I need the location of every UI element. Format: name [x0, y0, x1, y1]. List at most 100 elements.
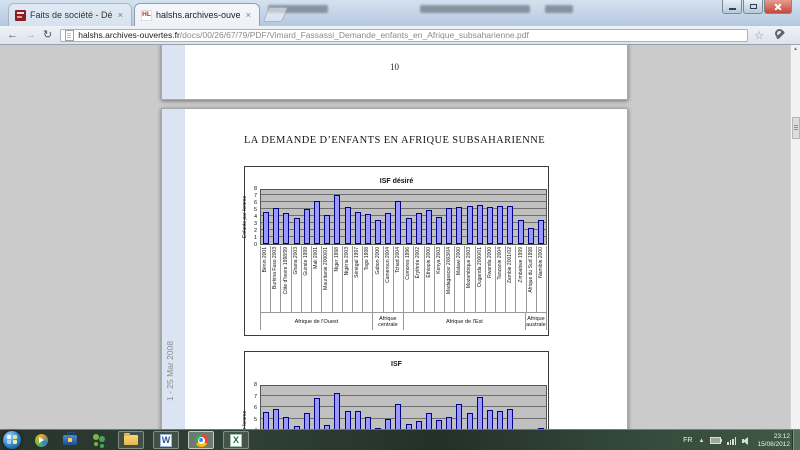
browser-window: Faits de société - Démogra × HL halshs.a… [0, 0, 800, 450]
chart-isf-desire: ISF désiré Enfants par femme 012345678 B… [242, 166, 549, 336]
clock-time: 23:12 [773, 432, 790, 440]
tab-faits-de-societe[interactable]: Faits de société - Démogra × [8, 3, 132, 26]
new-tab-button[interactable] [262, 7, 289, 22]
chrome-icon [194, 433, 208, 447]
language-indicator[interactable]: FR [683, 437, 692, 444]
settings-wrench-icon[interactable] [774, 29, 786, 41]
address-bar[interactable]: halshs.archives-ouvertes.fr/docs/00/26/6… [60, 28, 749, 42]
scrollbar-thumb[interactable] [792, 117, 800, 139]
category-cell: Ouganda 2000/01 [476, 246, 486, 312]
taskbar-word-button[interactable]: W [153, 431, 179, 449]
minimize-button[interactable] [722, 0, 742, 14]
category-label: Éthiopie 2000 [425, 247, 432, 278]
tab-title: Faits de société - Démogra [30, 10, 112, 20]
forward-icon[interactable]: → [25, 29, 36, 41]
plot-area [260, 385, 547, 429]
bar [313, 201, 320, 244]
bar [385, 212, 392, 244]
chart-isf: ISF Enfants par femme 012345678 Bénin 20… [242, 351, 549, 429]
back-icon[interactable]: ← [7, 29, 18, 41]
bar [334, 393, 341, 429]
maximize-button[interactable] [743, 0, 763, 14]
tab-close-icon[interactable]: × [244, 10, 253, 21]
messenger-icon [92, 434, 106, 446]
category-label: Érythrée 2002 [415, 247, 422, 279]
category-label: Nigéria 2003 [343, 247, 350, 276]
hal-version-stamp: 1 - 25 Mar 2008 [165, 341, 175, 402]
gridline [261, 194, 546, 195]
chart-title: ISF [391, 361, 402, 368]
category-label: Burkina Faso 2003 [272, 247, 279, 289]
category-cell: Sénégal 1997 [353, 246, 364, 312]
category-label: Comores 1996 [405, 247, 412, 280]
bar [466, 413, 473, 429]
category-label: Côte d'Ivoire 1998/99 [282, 247, 289, 295]
close-button[interactable] [764, 0, 792, 14]
category-cell: Cameroun 2004 [384, 246, 394, 312]
show-desktop-button[interactable] [792, 430, 800, 450]
bar [354, 410, 361, 429]
word-icon: W [160, 433, 172, 447]
bar [405, 218, 412, 244]
category-cell: Kenya 2003 [435, 246, 445, 312]
taskbar-chrome-button[interactable] [188, 431, 214, 449]
start-button[interactable] [3, 431, 21, 449]
bar [273, 208, 280, 244]
taskbar-messenger-button[interactable] [89, 431, 109, 449]
tab-halshs-archives[interactable]: HL halshs.archives-ouvertes.f × [134, 3, 260, 26]
background-window-title-smudge [545, 5, 573, 13]
browser-toolbar: ← → ↻ halshs.archives-ouvertes.fr/docs/0… [0, 26, 800, 45]
pdf-scrollbar[interactable]: ▲ [790, 45, 800, 429]
category-label: Mauritanie 2000/01 [323, 247, 330, 290]
pdf-page-previous: 10 [161, 45, 628, 100]
category-label: Madagascar 2003/04 [446, 247, 453, 294]
category-label: Tanzanie 2004 [497, 247, 504, 280]
category-label: Bénin 2001 [262, 247, 269, 273]
hal-favicon: HL [141, 9, 152, 21]
category-label: Guinée 1999 [302, 247, 309, 276]
bar [354, 211, 361, 244]
bar [283, 212, 290, 244]
background-window-title-smudge [420, 5, 530, 13]
bar [507, 408, 514, 429]
y-axis-ticks: 012345678 [246, 186, 258, 248]
bar [497, 410, 504, 429]
taskbar-excel-button[interactable]: X [223, 431, 249, 449]
category-label: Ghana 2003 [292, 247, 299, 275]
scroll-up-icon[interactable]: ▲ [793, 46, 798, 52]
bar [425, 210, 432, 244]
gridline [261, 394, 546, 396]
taskbar-explorer-button[interactable] [118, 431, 144, 449]
category-cell: Côte d'Ivoire 1998/99 [281, 246, 292, 312]
taskbar-toolbox-button[interactable] [60, 431, 80, 449]
network-signal-icon[interactable] [727, 436, 737, 445]
toolbox-icon [63, 432, 77, 445]
taskbar-media-player-button[interactable] [31, 431, 51, 449]
hidden-icons-arrow[interactable]: ▲ [699, 438, 705, 444]
bar [415, 421, 422, 429]
category-label: Gabon 2000 [374, 247, 381, 275]
region-group-label: Afrique de l'Ouest [260, 313, 373, 330]
plot-area [260, 189, 547, 245]
category-cell: Comores 1996 [404, 246, 415, 312]
clock[interactable]: 23:12 15/08/2012 [757, 433, 790, 449]
bar [395, 403, 402, 429]
document-title: LA DEMANDE D’ENFANTS EN AFRIQUE SUBSAHAR… [243, 135, 546, 146]
excel-icon: X [230, 433, 242, 447]
battery-icon[interactable] [710, 437, 723, 444]
bar [527, 227, 534, 244]
reload-icon[interactable]: ↻ [43, 29, 52, 41]
bar [293, 218, 300, 244]
bar [436, 217, 443, 244]
category-label: Malawi 2000 [456, 247, 463, 276]
y-tick-label: 2 [253, 228, 257, 234]
category-label: Tchad 2004 [394, 247, 401, 273]
bar [446, 208, 453, 244]
tab-close-icon[interactable]: × [116, 10, 125, 21]
y-tick-label: 4 [253, 214, 257, 220]
volume-icon[interactable] [742, 436, 751, 445]
category-cell: Zambie 2001/02 [506, 246, 517, 312]
bookmark-star-icon[interactable]: ☆ [754, 29, 764, 42]
folder-icon [124, 433, 138, 445]
gridline [261, 406, 546, 408]
